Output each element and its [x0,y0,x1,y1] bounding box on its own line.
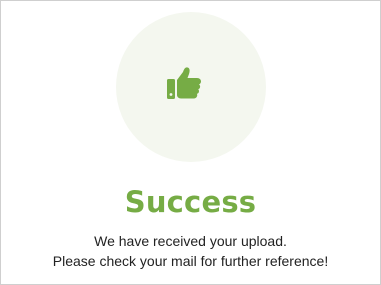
thumbs-up-icon [167,67,201,99]
message-line-1: We have received your upload. [94,233,287,249]
success-title: Success [124,185,257,219]
success-dialog: Success We have received your upload. Pl… [0,0,381,285]
message-line-2: Please check your mail for further refer… [52,253,329,269]
